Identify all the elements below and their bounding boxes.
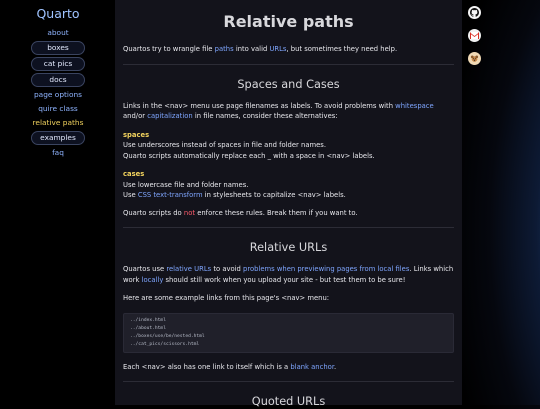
code-line: ../boxes/use/be/nested.html xyxy=(130,333,205,339)
avatar-dog-icon[interactable] xyxy=(468,52,481,65)
paths-link[interactable]: paths xyxy=(215,45,234,53)
relative-urls-paragraph: Quartos use relative URLs to avoid probl… xyxy=(123,264,454,285)
text: Use xyxy=(123,191,138,199)
blank-anchor-link[interactable]: blank anchor xyxy=(290,363,334,371)
section-heading-quoted-urls: Quoted URLs xyxy=(251,395,326,408)
nav-item-relative-paths[interactable]: relative paths xyxy=(31,117,85,129)
code-line: ../cat_pics/scissors.html xyxy=(130,341,200,347)
spaces-line-1: Use underscores instead of spaces in fil… xyxy=(123,141,326,149)
section-heading-spaces-cases: Spaces and Cases xyxy=(237,77,340,91)
nav-item-boxes[interactable]: boxes xyxy=(31,41,85,55)
spaces-label: spaces xyxy=(123,130,150,139)
sidebar: Quarto about boxes cat pics docs page op… xyxy=(0,0,116,405)
text: should still work when you upload your s… xyxy=(163,275,406,284)
text: . xyxy=(334,362,337,371)
css-text-transform-link[interactable]: CSS text-transform xyxy=(138,191,203,199)
blank-anchor-paragraph: Each <nav> also has one link to itself w… xyxy=(123,362,454,373)
urls-link[interactable]: URLs xyxy=(269,45,286,53)
nav-item-faq[interactable]: faq xyxy=(31,147,85,159)
cases-label: cases xyxy=(123,170,145,178)
text: enforce these rules. Break them if you w… xyxy=(195,208,358,217)
nav-item-docs[interactable]: docs xyxy=(31,73,85,87)
intro-text: into valid xyxy=(233,45,270,53)
text: and/or xyxy=(123,112,148,120)
not-emphasis: not xyxy=(183,208,196,217)
text: in stylesheets to capitalize <nav> label… xyxy=(202,191,346,199)
text: Each <nav> also has one link to itself w… xyxy=(123,362,291,371)
text: Quartos use xyxy=(123,265,167,273)
code-line: ../about.html xyxy=(130,325,166,331)
intro-text: , but sometimes they need help. xyxy=(286,45,398,53)
local-files-link[interactable]: problems when previewing pages from loca… xyxy=(243,265,409,273)
nav-menu: about boxes cat pics docs page options q… xyxy=(0,27,116,159)
spaces-line-2: Quarto scripts automatically replace eac… xyxy=(123,151,375,160)
text: to avoid xyxy=(211,265,244,273)
section-heading-relative-urls: Relative URLs xyxy=(249,241,328,254)
github-icon[interactable] xyxy=(468,6,481,19)
spaces-cases-paragraph: Links in the <nav> menu use page filenam… xyxy=(123,101,454,122)
page-title: Relative paths xyxy=(223,12,354,31)
rules-note: Quarto scripts do not enforce these rule… xyxy=(123,208,454,219)
intro-text: Quartos try to wrangle file xyxy=(123,45,215,53)
locally-link[interactable]: locally xyxy=(142,276,164,284)
divider xyxy=(123,227,454,228)
spaces-block: spaces Use underscores instead of spaces… xyxy=(123,130,454,162)
cases-line-1: Use lowercase file and folder names. xyxy=(123,180,249,189)
main-content: Relative paths Quartos try to wrangle fi… xyxy=(115,0,462,408)
divider xyxy=(123,381,454,382)
nav-item-cat-pics[interactable]: cat pics xyxy=(31,57,85,71)
whitespace-link[interactable]: whitespace xyxy=(395,102,434,110)
code-block: ../index.html ../about.html ../boxes/use… xyxy=(123,312,454,353)
capitalization-link[interactable]: capitalization xyxy=(147,112,192,120)
nav-item-quire-class[interactable]: quire class xyxy=(31,103,85,115)
divider xyxy=(123,63,454,65)
gmail-icon[interactable] xyxy=(468,29,481,42)
text: in file names, consider these alternativ… xyxy=(192,112,338,120)
nav-item-examples[interactable]: examples xyxy=(31,131,85,145)
text: Quarto scripts do xyxy=(123,208,184,217)
intro-paragraph: Quartos try to wrangle file paths into v… xyxy=(123,44,454,55)
text: Links in the <nav> menu use page filenam… xyxy=(123,101,396,110)
code-line: ../index.html xyxy=(130,317,166,323)
cases-block: cases Use lowercase file and folder name… xyxy=(123,169,454,201)
site-title[interactable]: Quarto xyxy=(0,6,116,21)
nav-item-about[interactable]: about xyxy=(31,27,85,39)
social-icons xyxy=(468,6,482,75)
relative-urls-link[interactable]: relative URLs xyxy=(166,265,211,273)
nav-item-page-options[interactable]: page options xyxy=(31,89,85,101)
example-links-intro: Here are some example links from this pa… xyxy=(123,294,330,302)
